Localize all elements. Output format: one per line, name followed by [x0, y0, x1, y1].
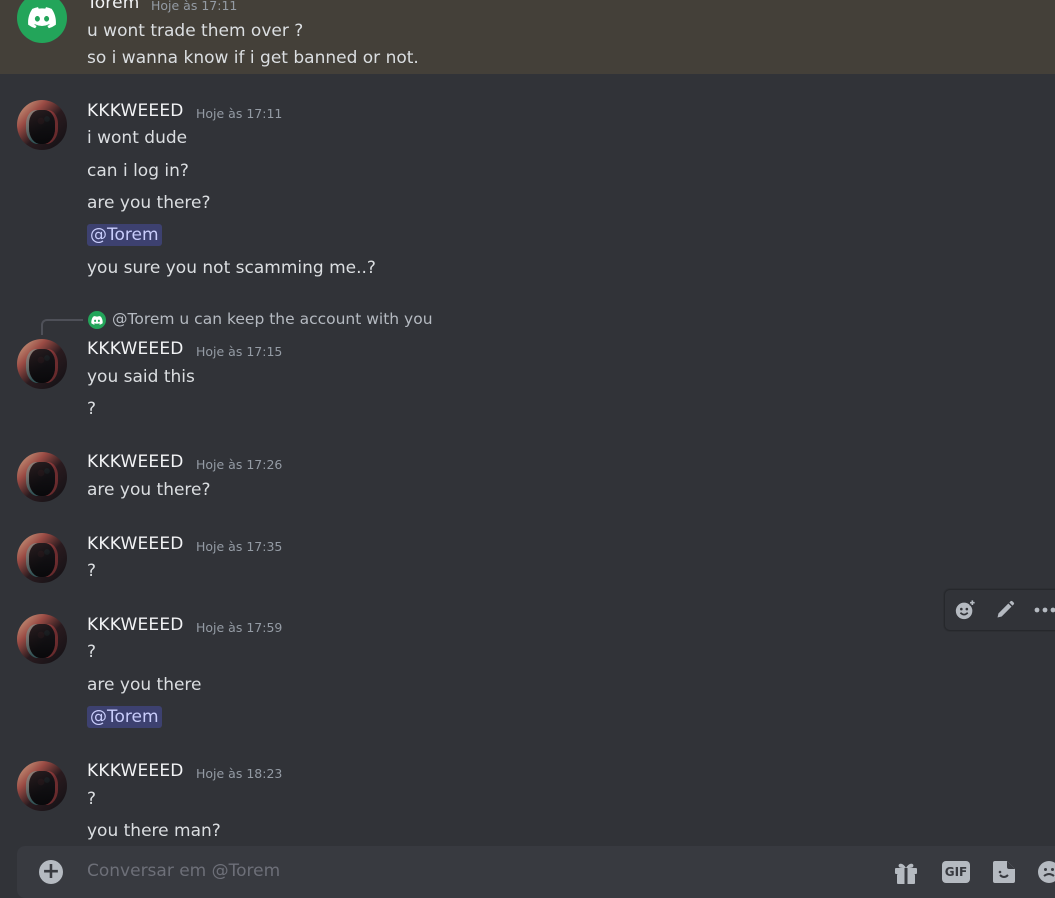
message-mention-line: @Torem: [87, 224, 162, 246]
add-reaction-icon[interactable]: [953, 598, 977, 622]
message-text: can i log in?: [87, 161, 189, 181]
message-text: u wont trade them over ?: [87, 21, 304, 41]
timestamp: Hoje às 17:15: [196, 344, 283, 359]
message-text: are you there: [87, 675, 202, 695]
emoji-icon[interactable]: [1037, 860, 1055, 884]
author-name[interactable]: KKKWEEED: [87, 534, 184, 554]
user-mention[interactable]: @Torem: [87, 224, 162, 246]
user-avatar[interactable]: [17, 339, 67, 389]
user-avatar[interactable]: [17, 100, 67, 150]
author-name[interactable]: KKKWEEED: [87, 452, 184, 472]
timestamp: Hoje às 17:59: [196, 620, 283, 635]
message-text: i wont dude: [87, 128, 188, 148]
author-name[interactable]: KKKWEEED: [87, 761, 184, 781]
user-avatar[interactable]: [17, 614, 67, 664]
timestamp: Hoje às 18:23: [196, 766, 283, 781]
reply-text: u can keep the account with you: [179, 310, 433, 328]
user-avatar[interactable]: [17, 533, 67, 583]
reply-avatar[interactable]: [88, 311, 106, 329]
message-text: ?: [87, 642, 97, 662]
message-text: ?: [87, 399, 97, 419]
author-name[interactable]: KKKWEEED: [87, 339, 184, 359]
reply-connector: [41, 319, 83, 335]
message-input[interactable]: Conversar em @Torem: [87, 861, 280, 881]
message-text: are you there?: [87, 480, 211, 500]
timestamp: Hoje às 17:11: [196, 106, 283, 121]
message-text: so i wanna know if i get banned or not.: [87, 48, 419, 68]
message-text: you there man?: [87, 821, 221, 841]
edit-icon[interactable]: [993, 598, 1017, 622]
gift-icon[interactable]: [893, 860, 919, 884]
timestamp: Hoje às 17:26: [196, 457, 283, 472]
message-text: ?: [87, 561, 97, 581]
message-highlighted[interactable]: Torem Hoje às 17:11 u wont trade them ov…: [0, 0, 1055, 74]
message-text: you sure you not scamming me..?: [87, 258, 376, 278]
reply-mention[interactable]: @Torem: [112, 310, 174, 328]
upload-plus-icon[interactable]: +: [39, 860, 63, 884]
author-name[interactable]: KKKWEEED: [87, 615, 184, 635]
message-text: you said this: [87, 367, 195, 387]
author-name[interactable]: Torem: [87, 0, 140, 13]
message-composer[interactable]: + Conversar em @Torem GIF: [17, 846, 1055, 898]
author-name[interactable]: KKKWEEED: [87, 101, 184, 121]
reply-preview[interactable]: @Torem u can keep the account with you: [112, 310, 433, 328]
discord-logo-icon: [28, 7, 56, 29]
message-mention-line: @Torem: [87, 706, 162, 728]
discord-logo-icon: [91, 315, 103, 325]
message-action-toolbar: [944, 589, 1055, 631]
gif-icon[interactable]: GIF: [942, 860, 970, 884]
timestamp: Hoje às 17:11: [151, 0, 238, 13]
user-avatar[interactable]: [17, 452, 67, 502]
message-text: are you there?: [87, 193, 211, 213]
more-icon[interactable]: [1033, 598, 1055, 622]
message-text: ?: [87, 789, 97, 809]
timestamp: Hoje às 17:35: [196, 539, 283, 554]
sticker-icon[interactable]: [991, 860, 1017, 884]
user-mention[interactable]: @Torem: [87, 706, 162, 728]
discord-avatar[interactable]: [17, 0, 67, 43]
user-avatar[interactable]: [17, 761, 67, 811]
gif-label: GIF: [942, 861, 970, 883]
